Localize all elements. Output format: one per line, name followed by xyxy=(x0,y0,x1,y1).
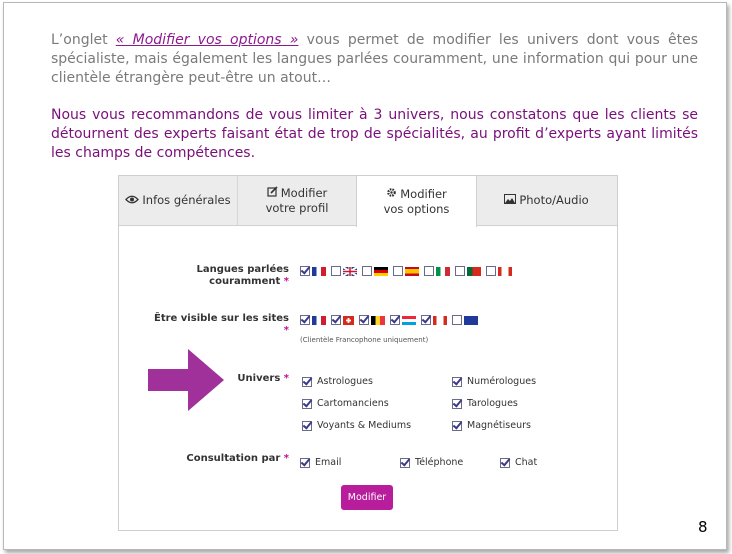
page-number: 8 xyxy=(698,518,708,536)
checkbox[interactable] xyxy=(302,420,312,431)
sites-note: (Clientèle Francophone uniquement) xyxy=(300,336,429,344)
flag-ca-icon xyxy=(498,266,512,276)
required-mark: * xyxy=(283,453,289,464)
lang-en-checkbox[interactable] xyxy=(331,266,341,276)
languages-checkboxes xyxy=(300,266,517,276)
univers-astrologues[interactable]: Astrologues xyxy=(302,376,373,387)
required-mark: * xyxy=(283,325,289,336)
option-label: Magnétiseurs xyxy=(467,420,531,431)
checkbox[interactable] xyxy=(300,457,310,468)
flag-uk-icon xyxy=(343,266,357,276)
recommendation-paragraph: Nous vous recommandons de vous limiter à… xyxy=(51,107,698,161)
tab-photo-audio[interactable]: Photo/Audio xyxy=(476,176,617,225)
consultation-label: Consultation par * xyxy=(169,453,289,465)
flag-be-icon xyxy=(371,315,385,325)
option-label: Voyants & Mediums xyxy=(317,420,412,431)
site-ch-checkbox[interactable] xyxy=(331,315,341,325)
label-line1: Langues parlées xyxy=(196,264,289,275)
consultation-email[interactable]: Email xyxy=(300,457,341,468)
option-label: Tarologues xyxy=(467,398,518,409)
label-line2: couramment xyxy=(209,276,281,287)
univers-label: Univers * xyxy=(219,373,289,385)
checkbox[interactable] xyxy=(452,398,462,409)
label-text: Univers xyxy=(237,373,281,384)
eye-icon xyxy=(125,193,140,208)
tab-label: Infos générales xyxy=(142,193,231,207)
gear-icon xyxy=(386,187,397,202)
flag-de-icon xyxy=(374,266,388,276)
univers-cartomanciens[interactable]: Cartomanciens xyxy=(302,398,389,409)
tab-infos-generales[interactable]: Infos générales xyxy=(119,176,238,225)
tab-modifier-options[interactable]: Modifier vos options xyxy=(356,176,477,227)
arrow-right-icon xyxy=(148,349,224,411)
option-label: Numérologues xyxy=(467,376,537,387)
flag-it-icon xyxy=(436,266,450,276)
lang-de-checkbox[interactable] xyxy=(362,266,372,276)
intro-paragraph: L’onglet « Modifier vos options » vous p… xyxy=(51,31,698,88)
edit-icon xyxy=(267,185,278,201)
option-label: Téléphone xyxy=(415,457,464,468)
flag-fr-icon xyxy=(312,315,326,325)
consultation-chat[interactable]: Chat xyxy=(500,457,537,468)
option-label: Astrologues xyxy=(317,376,373,387)
checkbox[interactable] xyxy=(302,398,312,409)
consultation-telephone[interactable]: Téléphone xyxy=(400,457,463,468)
univers-magnetiseurs[interactable]: Magnétiseurs xyxy=(452,420,531,431)
lang-ca-checkbox[interactable] xyxy=(486,266,496,276)
tab-modifier-profil[interactable]: Modifier votre profil xyxy=(238,176,357,225)
lang-es-checkbox[interactable] xyxy=(393,266,403,276)
sites-checkboxes xyxy=(300,315,483,325)
checkbox[interactable] xyxy=(500,457,510,468)
required-mark: * xyxy=(283,373,289,384)
label-text: Être visible sur les sites xyxy=(153,313,289,324)
option-label: Cartomanciens xyxy=(317,398,389,409)
univers-voyants-mediums[interactable]: Voyants & Mediums xyxy=(302,420,411,431)
label-text: Consultation par xyxy=(186,453,281,464)
site-lu-checkbox[interactable] xyxy=(390,315,400,325)
sites-label: Être visible sur les sites * xyxy=(149,313,289,337)
checkbox[interactable] xyxy=(400,457,410,468)
option-label: Email xyxy=(315,457,342,468)
flag-ca-icon xyxy=(433,315,447,325)
univers-tarologues[interactable]: Tarologues xyxy=(452,398,518,409)
required-mark: * xyxy=(283,276,289,287)
flag-es-icon xyxy=(405,266,419,276)
tab-bar: Infos générales Modifier votre profil Mo… xyxy=(119,176,617,227)
modifier-button[interactable]: Modifier xyxy=(341,485,393,510)
image-icon xyxy=(504,193,517,208)
checkbox[interactable] xyxy=(452,376,462,387)
lang-it-checkbox[interactable] xyxy=(424,266,434,276)
flag-eu-icon xyxy=(464,315,478,325)
flag-lu-icon xyxy=(402,315,416,325)
tab-label-line2: votre profil xyxy=(265,200,329,215)
tab-label: Photo/Audio xyxy=(519,193,589,207)
checkbox[interactable] xyxy=(452,420,462,431)
tab-label-line2: vos options xyxy=(383,201,450,216)
flag-fr-icon xyxy=(312,266,326,276)
univers-numerologues[interactable]: Numérologues xyxy=(452,376,536,387)
checkbox[interactable] xyxy=(302,376,312,387)
modifier-options-link[interactable]: « Modifier vos options » xyxy=(116,32,299,48)
site-eu-checkbox[interactable] xyxy=(452,315,462,325)
intro-text-pre: L’onglet xyxy=(51,32,116,48)
site-ca-checkbox[interactable] xyxy=(421,315,431,325)
lang-fr-checkbox[interactable] xyxy=(300,266,310,276)
languages-label: Langues parlées couramment * xyxy=(179,264,289,288)
site-fr-checkbox[interactable] xyxy=(300,315,310,325)
flag-ch-icon xyxy=(343,315,354,325)
flag-pt-icon xyxy=(467,266,481,276)
tab-label: Modifier xyxy=(400,186,447,201)
lang-pt-checkbox[interactable] xyxy=(455,266,465,276)
site-be-checkbox[interactable] xyxy=(359,315,369,325)
option-label: Chat xyxy=(515,457,538,468)
tab-label: Modifier xyxy=(280,185,328,200)
